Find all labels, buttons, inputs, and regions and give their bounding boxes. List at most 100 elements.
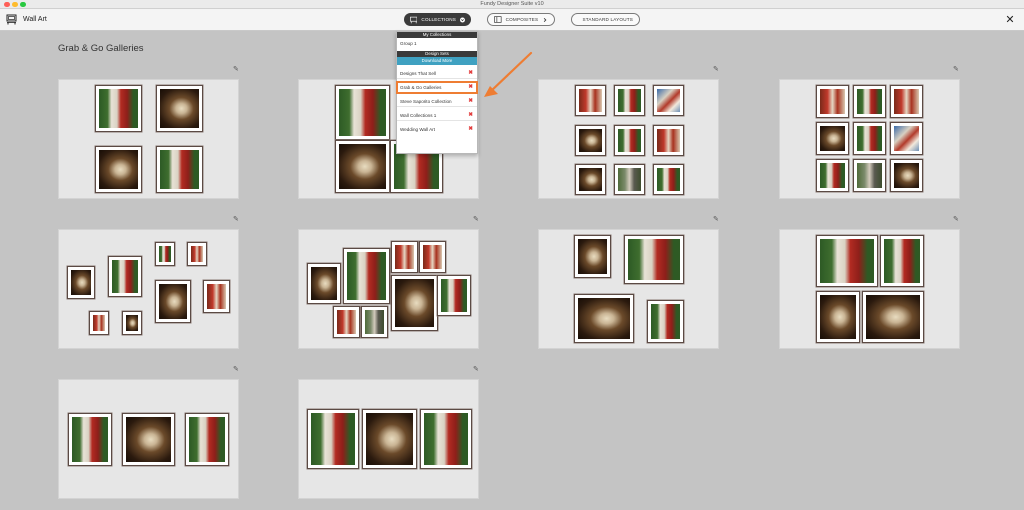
standard-layouts-button[interactable]: STANDARD LAYOUTS <box>571 13 640 26</box>
gallery-card-3[interactable] <box>538 79 719 199</box>
photo-frame <box>653 164 684 195</box>
photo-frame <box>420 409 472 469</box>
photo-frame <box>391 241 418 273</box>
gallery-card-6[interactable] <box>298 229 479 349</box>
design-set-label: Designs That Sell <box>400 71 436 76</box>
design-set-wedding-wall-art[interactable]: Wedding Wall Art ✖ <box>397 124 477 135</box>
toolbar: Wall Art COLLECTIONS COMPOSITES STANDARD… <box>0 9 1024 31</box>
photo-frame <box>155 242 175 266</box>
gallery-card-7[interactable] <box>538 229 719 349</box>
composites-icon <box>494 16 502 23</box>
edit-pencil-icon[interactable]: ✎ <box>473 366 480 373</box>
photo-frame <box>816 85 849 118</box>
photo-frame <box>862 291 924 343</box>
photo-frame <box>156 85 203 132</box>
delete-icon[interactable]: ✖ <box>468 124 473 135</box>
photo-frame <box>187 242 207 266</box>
design-set-label: Steve Saporito Collection <box>400 99 452 104</box>
design-set-steve-saporito-collection[interactable]: Steve Saporito Collection ✖ <box>397 96 477 107</box>
photo-frame <box>307 263 341 304</box>
gallery-card-8[interactable] <box>779 229 960 349</box>
photo-frame <box>68 413 112 466</box>
photo-frame <box>155 280 191 323</box>
design-set-label: Grab & Go Galleries <box>400 85 442 90</box>
photo-frame <box>816 235 878 287</box>
chevron-down-icon <box>460 17 465 22</box>
photo-frame <box>575 85 606 116</box>
photo-frame <box>614 85 645 116</box>
photo-frame <box>574 235 611 278</box>
photo-frame <box>816 291 860 343</box>
gallery-card-4[interactable] <box>779 79 960 199</box>
section-title: Grab & Go Galleries <box>58 43 144 54</box>
edit-pencil-icon[interactable]: ✎ <box>233 66 240 73</box>
delete-icon[interactable]: ✖ <box>468 96 473 107</box>
title-bar: Fundy Designer Suite v10 <box>0 0 1024 9</box>
photo-frame <box>890 159 923 192</box>
photo-frame <box>575 125 606 156</box>
gallery-card-9[interactable] <box>58 379 239 499</box>
photo-frame <box>89 311 109 335</box>
photo-frame <box>343 248 390 304</box>
design-set-label: Wall Collections 1 <box>400 113 437 118</box>
edit-pencil-icon[interactable]: ✎ <box>713 66 720 73</box>
edit-pencil-icon[interactable]: ✎ <box>953 216 960 223</box>
delete-icon[interactable]: ✖ <box>468 110 473 121</box>
photo-frame <box>419 241 446 273</box>
photo-frame <box>575 164 606 195</box>
photo-frame <box>890 122 923 155</box>
photo-frame <box>108 256 142 297</box>
edit-pencil-icon[interactable]: ✎ <box>953 66 960 73</box>
download-more-button[interactable]: Download More <box>397 57 477 65</box>
photo-frame <box>362 409 417 469</box>
edit-pencil-icon[interactable]: ✎ <box>713 216 720 223</box>
collections-button[interactable]: COLLECTIONS <box>404 13 471 26</box>
photo-frame <box>95 146 142 193</box>
design-set-label: Wedding Wall Art <box>400 127 435 132</box>
photo-frame <box>653 85 684 116</box>
photo-frame <box>333 306 360 338</box>
app-window: Fundy Designer Suite v10 Wall Art COLLEC… <box>0 0 1024 510</box>
wall-art-icon <box>6 14 17 25</box>
delete-icon[interactable]: ✖ <box>468 68 473 79</box>
edit-pencil-icon[interactable]: ✎ <box>473 216 480 223</box>
collections-label: COLLECTIONS <box>421 17 457 22</box>
photo-frame <box>361 306 388 338</box>
photo-frame <box>307 409 359 469</box>
app-title: Fundy Designer Suite v10 <box>480 1 544 7</box>
photo-frame <box>853 159 886 192</box>
photo-frame <box>574 294 634 343</box>
photo-frame <box>391 275 438 331</box>
photo-frame <box>880 235 924 287</box>
collection-item-label: Group 1 <box>400 41 417 46</box>
gallery-card-5[interactable] <box>58 229 239 349</box>
design-set-designs-that-sell[interactable]: Designs That Sell ✖ <box>397 68 477 79</box>
photo-frame <box>122 311 142 335</box>
photo-frame <box>335 85 390 140</box>
collections-dropdown: My Collections Group 1 Design Sets Downl… <box>396 31 478 154</box>
photo-frame <box>614 164 645 195</box>
photo-frame <box>335 140 390 193</box>
chevron-right-icon <box>544 17 547 22</box>
photo-frame <box>816 122 849 155</box>
photo-frame <box>816 159 849 192</box>
annotation-arrow-icon <box>484 51 533 97</box>
photo-frame <box>890 85 923 118</box>
close-icon[interactable]: ✕ <box>1004 14 1016 26</box>
gallery-card-1[interactable] <box>58 79 239 199</box>
edit-pencil-icon[interactable]: ✎ <box>233 216 240 223</box>
edit-pencil-icon[interactable]: ✎ <box>233 366 240 373</box>
photo-frame <box>185 413 229 466</box>
delete-icon[interactable]: ✖ <box>468 82 473 93</box>
photo-frame <box>853 122 886 155</box>
design-set-grab-go-galleries[interactable]: Grab & Go Galleries ✖ <box>396 81 478 94</box>
photo-frame <box>647 300 684 343</box>
standard-layouts-label: STANDARD LAYOUTS <box>582 17 633 22</box>
photo-frame <box>853 85 886 118</box>
photo-frame <box>67 266 95 299</box>
composites-button[interactable]: COMPOSITES <box>487 13 555 26</box>
gallery-card-10[interactable] <box>298 379 479 499</box>
photo-frame <box>624 235 684 284</box>
collection-item-group-1[interactable]: Group 1 <box>397 38 477 49</box>
design-set-wall-collections-1[interactable]: Wall Collections 1 ✖ <box>397 110 477 121</box>
